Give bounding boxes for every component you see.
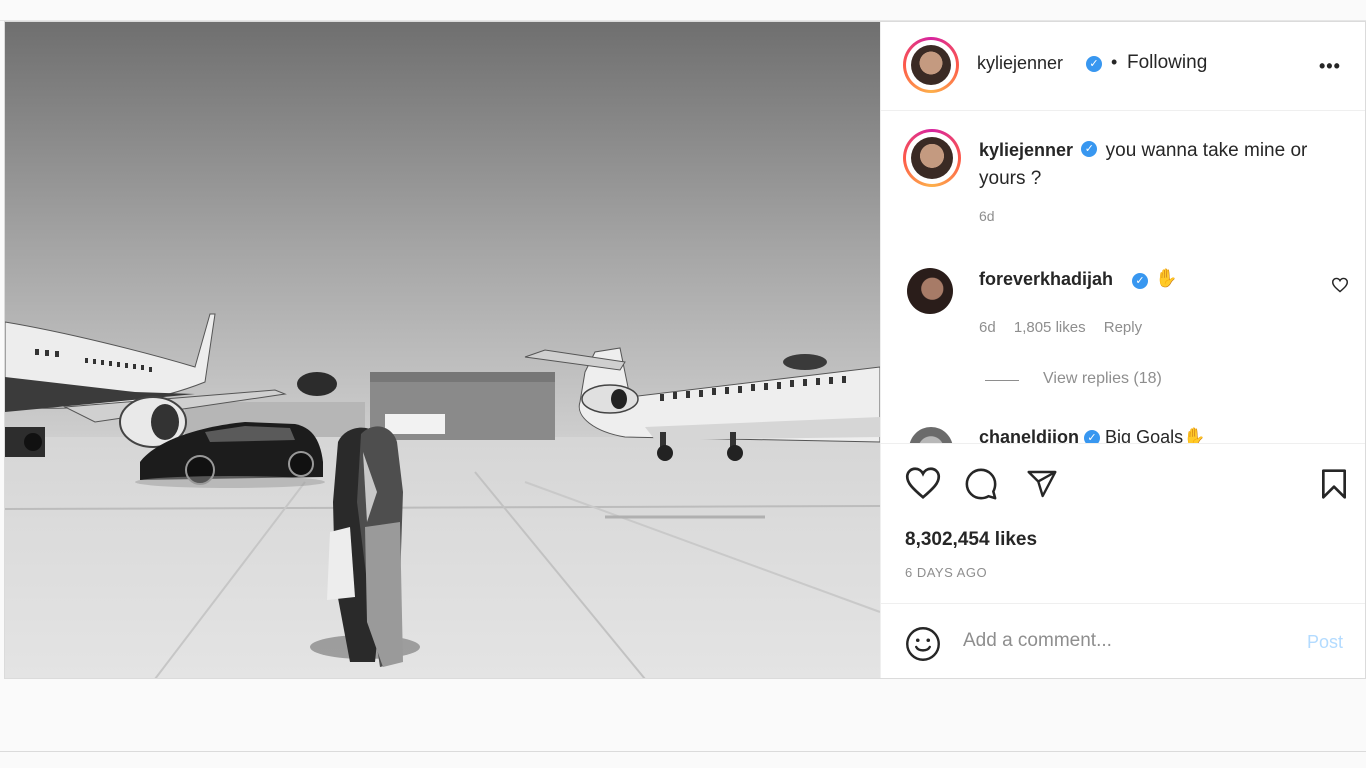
caption-time[interactable]: 6d <box>979 208 995 224</box>
post-header: kyliejenner ✓ • Following ••• <box>881 22 1365 111</box>
post-photo-image <box>5 22 880 678</box>
comment-meta: 6d 1,805 likes Reply <box>979 319 1156 336</box>
add-comment-bar: Post <box>881 603 1365 678</box>
post-comment-button[interactable]: Post <box>1307 632 1343 653</box>
caption-verified-spacer: ✓ <box>1078 137 1100 165</box>
post-dialog: kyliejenner ✓ • Following ••• kyliejenne… <box>4 21 1366 679</box>
following-button[interactable]: Following <box>1127 52 1207 74</box>
post-date[interactable]: 6 DAYS AGO <box>905 565 987 580</box>
caption-username[interactable]: kyliejenner <box>979 140 1073 160</box>
post-side-panel: kyliejenner ✓ • Following ••• kyliejenne… <box>880 22 1365 678</box>
comment-username[interactable]: foreverkhadijah <box>979 269 1113 290</box>
like-heart-icon[interactable] <box>905 466 941 500</box>
emoji-smile-icon[interactable] <box>905 626 941 662</box>
view-replies-button[interactable]: View replies (18) <box>1043 370 1162 388</box>
comment-likes[interactable]: 1,805 likes <box>1014 319 1086 336</box>
comment-text: Big Goals✋ <box>1105 427 1206 443</box>
replies-line <box>985 380 1019 381</box>
post-actions: 8,302,454 likes 6 DAYS AGO <box>881 443 1365 604</box>
caption: kyliejenner ✓ you wanna take mine or you… <box>979 136 1349 193</box>
author-username[interactable]: kyliejenner <box>977 53 1063 74</box>
likes-count[interactable]: 8,302,454 likes <box>905 529 1037 551</box>
add-comment-input[interactable] <box>963 626 1283 656</box>
comment-username[interactable]: chaneldjjon <box>979 427 1079 443</box>
comments-list[interactable]: kyliejenner ✓ you wanna take mine or you… <box>881 111 1365 443</box>
caption-avatar[interactable] <box>903 129 961 187</box>
commenter-avatar[interactable] <box>909 427 953 443</box>
post-photo[interactable] <box>5 22 880 678</box>
author-avatar[interactable] <box>903 37 959 93</box>
verified-badge-icon: ✓ <box>1086 56 1102 72</box>
verified-badge-icon: ✓ <box>1084 430 1101 443</box>
bottom-divider <box>0 751 1366 752</box>
comment-time[interactable]: 6d <box>979 319 996 336</box>
more-options-icon[interactable]: ••• <box>1319 56 1341 77</box>
share-send-icon[interactable] <box>1025 468 1059 500</box>
comment: chaneldjjon ✓ Big Goals✋ <box>979 427 1206 443</box>
verified-badge-icon: ✓ <box>1081 141 1098 158</box>
save-bookmark-icon[interactable] <box>1319 468 1349 500</box>
reply-button[interactable]: Reply <box>1104 319 1142 336</box>
comment-text: ✋ <box>1155 268 1178 288</box>
comment-bubble-icon[interactable] <box>964 467 998 501</box>
comment-like-heart-icon[interactable] <box>1331 277 1349 293</box>
verified-badge-icon: ✓ <box>1132 273 1148 289</box>
separator-dot: • <box>1111 52 1118 72</box>
commenter-avatar[interactable] <box>907 268 953 314</box>
